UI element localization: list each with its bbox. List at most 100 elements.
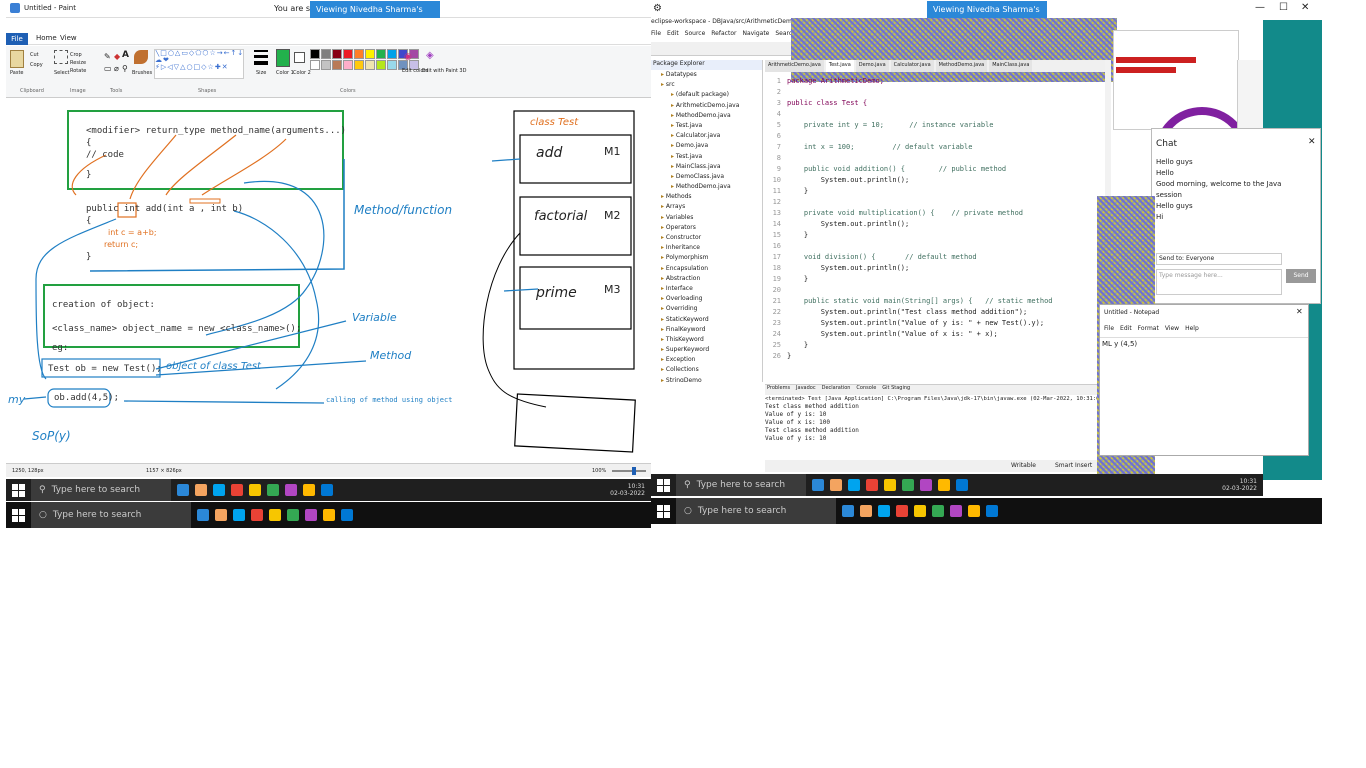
tree-item[interactable]: ▸ FinalKeyword <box>655 325 762 335</box>
palette-swatch[interactable]: #ff7f27 <box>354 49 364 59</box>
brushes-icon[interactable] <box>134 50 148 64</box>
notepad-menu-item[interactable]: Format <box>1138 325 1159 332</box>
tree-item[interactable]: ▸ Interface <box>655 284 762 294</box>
palette-swatch[interactable]: #b5e61d <box>376 60 386 70</box>
text-tool-icon[interactable]: A <box>122 50 129 60</box>
taskbar-app-icon[interactable]: #2b88d8 <box>812 479 824 491</box>
close-button[interactable]: ✕ <box>1301 2 1309 13</box>
tree-item[interactable]: ▸ Inheritance <box>655 243 762 253</box>
taskbar-app-icon[interactable]: #ffb900 <box>303 484 315 496</box>
palette-swatch[interactable]: #ffffff <box>310 60 320 70</box>
taskbar-app-icon[interactable]: #f7c600 <box>269 509 281 521</box>
eclipse-menu-item[interactable]: Navigate <box>742 30 769 40</box>
tree-item[interactable]: ▸ Abstraction <box>655 274 762 284</box>
taskbar-app-icon[interactable]: #0078d4 <box>321 484 333 496</box>
taskbar-app-icon[interactable]: #00a4ef <box>233 509 245 521</box>
tree-item[interactable]: ▸ Constructor <box>655 233 762 243</box>
taskbar-app-icon[interactable]: #ffb900 <box>968 505 980 517</box>
taskbar-app-icon[interactable]: #b146c2 <box>920 479 932 491</box>
editor-tab[interactable]: Calculator.java <box>890 60 934 72</box>
taskbar-app-icon[interactable]: #00a4ef <box>878 505 890 517</box>
tree-item[interactable]: ▸ Collections <box>655 365 762 375</box>
taskbar-app-icon[interactable]: #f7c600 <box>884 479 896 491</box>
editor-tab[interactable]: MainClass.java <box>989 60 1033 72</box>
palette-swatch[interactable]: #000000 <box>310 49 320 59</box>
tree-item[interactable]: ▸ Overloading <box>655 294 762 304</box>
palette-swatch[interactable]: #fff200 <box>365 49 375 59</box>
tree-item[interactable]: ▸ Methods <box>655 192 762 202</box>
taskbar-app-icon[interactable]: #f4a460 <box>195 484 207 496</box>
taskbar-app-icon[interactable]: #f4a460 <box>215 509 227 521</box>
taskbar-app-icon[interactable]: #00a4ef <box>213 484 225 496</box>
paint3d-icon[interactable]: ◈ <box>426 50 434 61</box>
editor-tab[interactable]: ArithmeticDemo.java <box>765 60 824 72</box>
notepad-menu-item[interactable]: View <box>1165 325 1179 332</box>
picker-icon[interactable]: ⌀ <box>114 64 119 73</box>
taskbar-app-icon[interactable]: #e94235 <box>251 509 263 521</box>
chat-send-button[interactable]: Send <box>1286 269 1316 283</box>
taskbar-app-icons-right[interactable]: #2b88d8 #f4a460 #00a4ef #e94235 #f7c600 #34a8… <box>812 479 968 491</box>
tree-item[interactable]: ▸ MethodDemo.java <box>655 111 762 121</box>
notepad-text[interactable]: ML y (4,5) <box>1100 337 1308 455</box>
taskbar-app-icon[interactable]: #34a853 <box>267 484 279 496</box>
windows-start-icon[interactable] <box>12 483 25 497</box>
tree-item[interactable]: ▸ (default package) <box>655 90 762 100</box>
tree-item[interactable]: ▸ ArithmeticDemo.java <box>655 101 762 111</box>
palette-swatch[interactable]: #b97a57 <box>332 60 342 70</box>
editor-tab[interactable]: Test.java <box>825 60 854 72</box>
console-tab[interactable]: Console <box>856 385 876 395</box>
eclipse-menu-item[interactable]: Refactor <box>711 30 736 40</box>
palette-swatch[interactable]: #ffaec9 <box>343 60 353 70</box>
eraser-icon[interactable]: ▭ <box>104 64 112 73</box>
tree-item[interactable]: ▸ MethodDemo.java <box>655 182 762 192</box>
console-tab[interactable]: Declaration <box>822 385 851 395</box>
tree-item[interactable]: ▸ Test.java <box>655 121 762 131</box>
editor-tab[interactable]: MethodDemo.java <box>935 60 988 72</box>
menu-view[interactable]: View <box>60 34 77 42</box>
taskbar-app-icon[interactable]: #00a4ef <box>848 479 860 491</box>
editor-tab[interactable]: Demo.java <box>855 60 889 72</box>
taskbar-search-left[interactable]: ⚲ Type here to search <box>31 479 171 501</box>
palette-swatch[interactable]: #00a2e8 <box>387 49 397 59</box>
taskbar-app-icon[interactable]: #b146c2 <box>285 484 297 496</box>
taskbar-app-icons[interactable]: #2b88d8 #f4a460 #00a4ef #e94235 #f7c600 #34a8… <box>177 484 333 496</box>
magnifier-icon[interactable]: ⚲ <box>122 64 128 73</box>
package-explorer-tab[interactable]: Package Explorer <box>651 60 762 70</box>
console-tab[interactable]: Problems <box>767 385 790 395</box>
palette-swatch[interactable]: #99d9ea <box>387 60 397 70</box>
tree-item[interactable]: ▸ Operators <box>655 223 762 233</box>
tree-item[interactable]: ▸ Datatypes <box>655 70 762 80</box>
palette-swatch[interactable]: #efe4b0 <box>365 60 375 70</box>
tree-item[interactable]: ▸ Variables <box>655 213 762 223</box>
taskbar-app-icon[interactable]: #34a853 <box>902 479 914 491</box>
palette-swatch[interactable]: #880015 <box>332 49 342 59</box>
tree-item[interactable]: ▸ Calculator.java <box>655 131 762 141</box>
console-tab[interactable]: Git Staging <box>882 385 910 395</box>
palette-swatch[interactable]: #22b14c <box>376 49 386 59</box>
resize-button[interactable]: Resize <box>70 60 86 66</box>
cut-button[interactable]: Cut <box>30 52 39 58</box>
edit-colors-icon[interactable]: ◉ <box>404 52 412 62</box>
notepad-menu-item[interactable]: File <box>1104 325 1114 332</box>
chat-close-icon[interactable]: ✕ <box>1308 137 1316 147</box>
menu-home[interactable]: Home <box>36 34 57 42</box>
outer-start-icon-right[interactable] <box>657 504 670 518</box>
tree-item[interactable]: ▸ Test.java <box>655 152 762 162</box>
outer-app-icons-right[interactable]: #2b88d8 #f4a460 #00a4ef #e94235 #f7c600 #34a8… <box>842 505 998 517</box>
eclipse-menu-item[interactable]: File <box>651 30 661 40</box>
share-banner-right[interactable]: Viewing Nivedha Sharma's desktop <box>927 1 1047 31</box>
rotate-button[interactable]: Rotate <box>70 68 86 74</box>
outer-search-right[interactable]: ○ Type here to search <box>676 498 836 524</box>
color-palette[interactable]: #000000#7f7f7f#880015#ed1c24#ff7f27#fff2… <box>310 49 419 71</box>
chat-send-to[interactable]: Send to: Everyone <box>1156 253 1282 265</box>
eclipse-menu-item[interactable]: Source <box>685 30 706 40</box>
taskbar-app-icon[interactable]: #b146c2 <box>305 509 317 521</box>
taskbar-app-icon[interactable]: #ffb900 <box>323 509 335 521</box>
tree-item[interactable]: ▸ Polymorphism <box>655 253 762 263</box>
outer-app-icons-left[interactable]: #2b88d8 #f4a460 #00a4ef #e94235 #f7c600 #34a8… <box>197 509 353 521</box>
maximize-button[interactable]: ☐ <box>1279 2 1288 13</box>
palette-swatch[interactable]: #7f7f7f <box>321 49 331 59</box>
windows-start-icon-right[interactable] <box>657 478 670 492</box>
taskbar-app-icon[interactable]: #2b88d8 <box>197 509 209 521</box>
tree-item[interactable]: ▸ SuperKeyword <box>655 345 762 355</box>
